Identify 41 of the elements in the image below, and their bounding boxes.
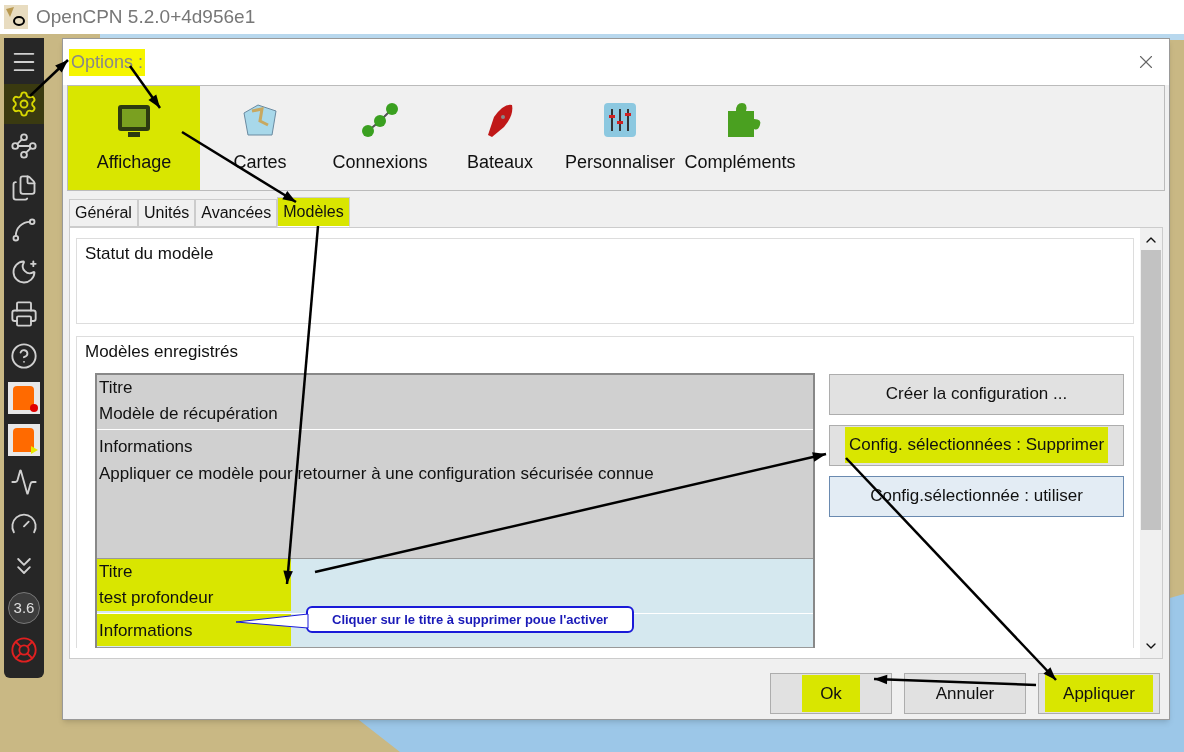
info-label: Informations [98, 435, 194, 458]
tide-icon [10, 468, 38, 496]
category-tab[interactable]: Personnaliser [560, 86, 680, 190]
dialog-button[interactable]: Ok [770, 673, 892, 714]
dialog-title: Options : [69, 48, 146, 76]
app-logo-icon [4, 5, 28, 29]
lifebuoy-icon [10, 636, 38, 664]
tab[interactable]: Général [69, 199, 138, 227]
annotation-arrow [29, 59, 69, 97]
dialog-button[interactable]: Annuler [904, 673, 1026, 714]
track-icon [10, 216, 38, 244]
files-icon [10, 174, 38, 202]
action-button[interactable]: Config. sélectionnées : Supprimer [829, 424, 1124, 466]
group-title: Modèles enregistrés [85, 341, 240, 363]
template-title: Modèle de récupération [98, 402, 279, 425]
template-info: Appliquer ce modèle pour retourner à une configuration sécurisée connue [98, 462, 655, 485]
title-label: Titre [97, 558, 291, 585]
template-title: test profondeur [97, 584, 291, 611]
category-tab[interactable]: Connexions [320, 86, 440, 190]
category-tab[interactable]: Compléments [680, 86, 800, 190]
category-tab[interactable]: Cartes [200, 86, 320, 190]
route-icon [10, 132, 38, 160]
tab[interactable]: Modèles [277, 197, 350, 227]
print-icon [10, 300, 38, 328]
group-title: Statut du modèle [85, 244, 214, 263]
help-icon [10, 342, 38, 370]
category-tab[interactable]: Bateaux [440, 86, 560, 190]
dialog-button[interactable]: Appliquer [1038, 673, 1160, 714]
night-icon [10, 258, 38, 286]
app-title: OpenCPN 5.2.0+4d956e1 [36, 4, 256, 29]
title-label: Titre [98, 376, 134, 399]
category-tab[interactable]: Affichage [68, 86, 200, 190]
play-icon [8, 424, 40, 456]
template-item[interactable]: Titre Modèle de récupération Informations Appliquer ce modèle pour retourner à une configuration sécurisée connue [97, 374, 813, 559]
tab[interactable]: Unités [137, 199, 196, 227]
settings-icon [10, 90, 38, 118]
record-icon [8, 382, 40, 414]
settings-button[interactable] [4, 84, 44, 124]
tab[interactable]: Avancées [195, 199, 278, 227]
action-button[interactable]: Créer la configuration ... [829, 373, 1124, 415]
scrollbar[interactable] [1140, 228, 1162, 658]
